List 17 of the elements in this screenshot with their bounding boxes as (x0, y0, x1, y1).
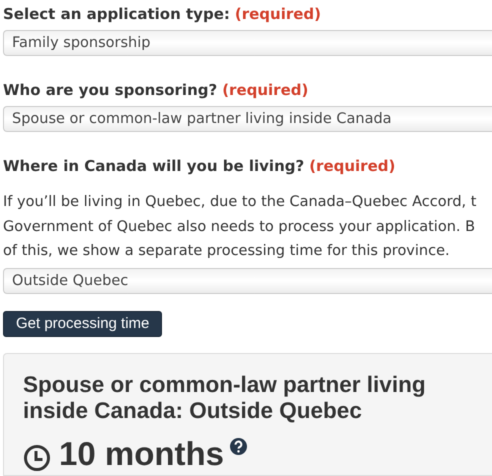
select-field[interactable]: Family sponsorship (3, 30, 492, 56)
select-field[interactable]: Spouse or common-law partner living inside Canada (3, 106, 492, 132)
required-note: (required) (309, 157, 396, 175)
field-label: Who are you sponsoring? (3, 81, 218, 99)
required-note: (required) (222, 81, 308, 99)
field-label: Select an application type: (3, 5, 230, 23)
clock-icon (23, 444, 51, 472)
help-icon[interactable] (230, 438, 248, 456)
help-text: of this, we show a separate processing time for this province. (3, 242, 451, 261)
required-note: (required) (234, 5, 322, 23)
result-title: Spouse or common-law partner living inside Canada: Outside Quebec (23, 372, 427, 424)
help-text: Government of Quebec also needs to process your application. B (3, 218, 476, 236)
get-processing-time-button[interactable]: Get processing time (3, 310, 162, 338)
help-text: If you’ll be living in Quebec, due to the Canada–Quebec Accord, t (3, 193, 478, 212)
field-label: Where in Canada will you be living? (3, 157, 304, 175)
select-field[interactable]: Outside Quebec (3, 268, 492, 294)
processing-time: 10 months (59, 434, 224, 474)
